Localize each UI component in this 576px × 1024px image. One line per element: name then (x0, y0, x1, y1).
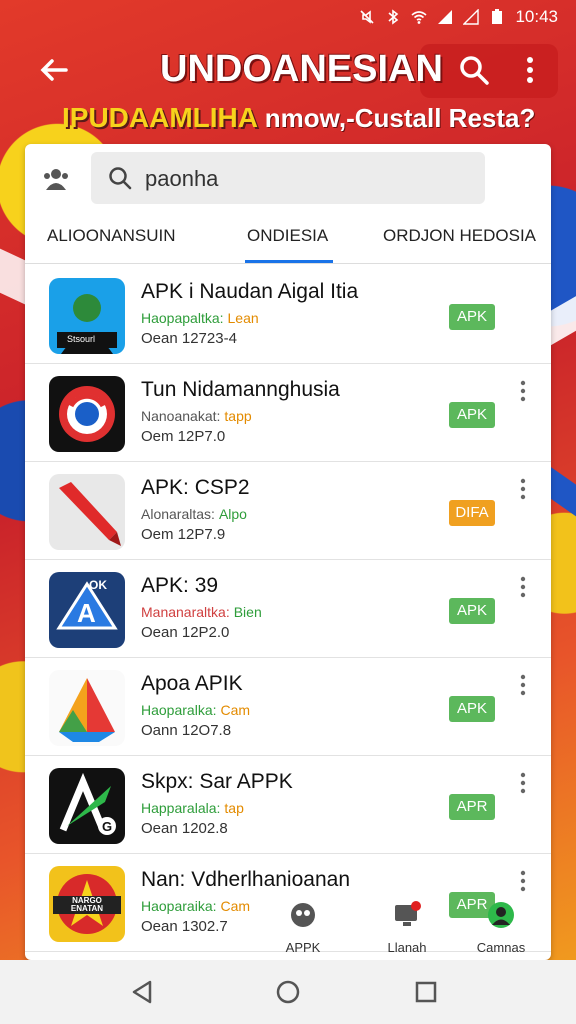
app-bar: UNDOANESIAN IPUDAAMLIHA nmow,-Custall Re… (0, 34, 576, 144)
bottom-tab-label: Llanah (387, 940, 427, 955)
app-meta: Nanoanakat: tapp (141, 408, 252, 424)
main-card: paonha ALIOONANSUIN ONDIESIA ORDJON HEDO… (25, 144, 551, 960)
app-date: Oean 12P2.0 (141, 624, 230, 641)
subtitle-main: IPUDAAMLIHA (62, 102, 257, 133)
back-arrow-icon[interactable] (36, 52, 72, 88)
apk-badge[interactable]: APK (449, 696, 495, 722)
tab-ondiesia[interactable]: ONDIESIA (247, 226, 328, 246)
list-item[interactable]: A OK APK: 39 Mananaraltka: Bien Oean 12P2… (25, 560, 551, 658)
app-icon-text: NARGO ENATAN (70, 896, 104, 913)
app-meta: Haopapaltka: Lean (141, 310, 259, 326)
more-vert-icon[interactable] (517, 380, 529, 402)
monitor-icon (395, 901, 421, 926)
more-vert-icon[interactable] (517, 478, 529, 500)
app-icon-text: OK (89, 578, 107, 592)
more-vert-icon[interactable] (517, 576, 529, 598)
signal-icon-2 (463, 9, 480, 25)
tab-bar: ALIOONANSUIN ONDIESIA ORDJON HEDOSIA (25, 214, 551, 264)
search-icon[interactable] (458, 54, 490, 86)
list-item[interactable]: APK: CSP2 Alonaraltas: Alpo Oem 12P7.9 DI… (25, 462, 551, 560)
apk-badge[interactable]: APK (449, 598, 495, 624)
wifi-icon (411, 11, 427, 24)
tab-indicator (245, 260, 333, 263)
target-refresh-icon (49, 376, 125, 452)
apk-badge[interactable]: APK (449, 402, 495, 428)
bottom-tab-label: Camnas (476, 940, 526, 955)
mute-icon (360, 10, 375, 24)
more-vert-icon[interactable] (517, 674, 529, 696)
app-name: APK: 39 (141, 574, 219, 597)
nav-recents-icon[interactable] (410, 976, 442, 1008)
app-name: APK: CSP2 (141, 476, 250, 499)
app-date: Oean 12723-4 (141, 330, 237, 347)
app-date: Oann 12O7.8 (141, 722, 232, 739)
app-meta: Mananaraltka: Bien (141, 604, 262, 620)
system-nav-bar (0, 960, 576, 1024)
list-item[interactable]: Apoa APIK Haoparalka: Cam Oann 12O7.8 APK (25, 658, 551, 756)
bottom-tab-appk[interactable]: APPK (263, 896, 343, 960)
list-item[interactable]: G Skpx: Sar APPK Happaralala: tap Oean 12… (25, 756, 551, 854)
tab-alioonansuin[interactable]: ALIOONANSUIN (47, 226, 175, 246)
red-pencil-icon (49, 474, 125, 550)
person-avatar-icon: Stsourl (49, 278, 125, 354)
rocket-a-icon: G (49, 768, 125, 844)
bottom-tab-camnas[interactable]: Camnas (461, 896, 541, 960)
more-vert-icon[interactable] (517, 870, 529, 892)
app-meta: Haoparaika: Cam (141, 898, 251, 914)
search-field[interactable]: paonha (91, 152, 485, 204)
search-field-icon (109, 167, 132, 190)
app-name: Apoa APIK (141, 672, 243, 695)
list-item[interactable]: Stsourl APK i Naudan Aigal Itia Haopapal… (25, 266, 551, 364)
subtitle-tail: nmow,-Custall Resta? (264, 103, 536, 133)
tab-ordjon-hedosia[interactable]: ORDJON HEDOSIA (383, 226, 536, 246)
app-date: Oem 12P7.0 (141, 428, 226, 445)
more-vert-icon[interactable] (520, 54, 540, 86)
banner-subtitle: IPUDAAMLIHA nmow,-Custall Resta? (62, 102, 535, 134)
app-name: APK i Naudan Aigal Itia (141, 280, 359, 303)
app-icon-text: Stsourl (67, 334, 96, 344)
app-meta: Haoparalka: Cam (141, 702, 251, 718)
bottom-tab-bar: APPK Llanah Camnas (263, 896, 551, 960)
battery-icon (492, 9, 503, 24)
nav-home-icon[interactable] (272, 976, 304, 1008)
app-date: Oean 1302.7 (141, 918, 228, 935)
app-date: Oem 12P7.9 (141, 526, 226, 543)
svg-text:G: G (102, 819, 112, 834)
bottom-tab-label: APPK (285, 940, 321, 955)
app-meta: Happaralala: tap (141, 800, 244, 816)
avatar-icon (488, 902, 514, 928)
nav-back-icon[interactable] (126, 976, 158, 1008)
star-badge-icon: NARGO ENATAN (49, 866, 125, 942)
blue-a-logo-icon: A OK (49, 572, 125, 648)
clock: 10:43 (515, 7, 558, 26)
list-item[interactable]: Tun Nidamannghusia Nanoanakat: tapp Oem 1… (25, 364, 551, 462)
search-input[interactable]: paonha (145, 166, 218, 192)
app-title: UNDOANESIAN (160, 48, 443, 90)
app-name: Nan: Vdherlhanioanan (141, 868, 350, 891)
bottom-tab-llanah[interactable]: Llanah (367, 896, 447, 960)
app-name: Skpx: Sar APPK (141, 770, 293, 793)
people-icon[interactable] (41, 164, 71, 194)
svg-text:A: A (77, 598, 96, 628)
apk-badge[interactable]: APR (449, 794, 495, 820)
app-name: Tun Nidamannghusia (141, 378, 340, 401)
bluetooth-icon (388, 9, 399, 25)
controller-icon (291, 903, 315, 927)
apk-badge[interactable]: DIFA (449, 500, 495, 526)
signal-icon (438, 10, 453, 24)
app-meta: Alonaraltas: Alpo (141, 506, 247, 522)
app-date: Oean 1202.8 (141, 820, 228, 837)
more-vert-icon[interactable] (517, 772, 529, 794)
apk-badge[interactable]: APK (449, 304, 495, 330)
colorful-triangle-icon (49, 670, 125, 746)
status-bar: 10:43 (0, 0, 576, 34)
